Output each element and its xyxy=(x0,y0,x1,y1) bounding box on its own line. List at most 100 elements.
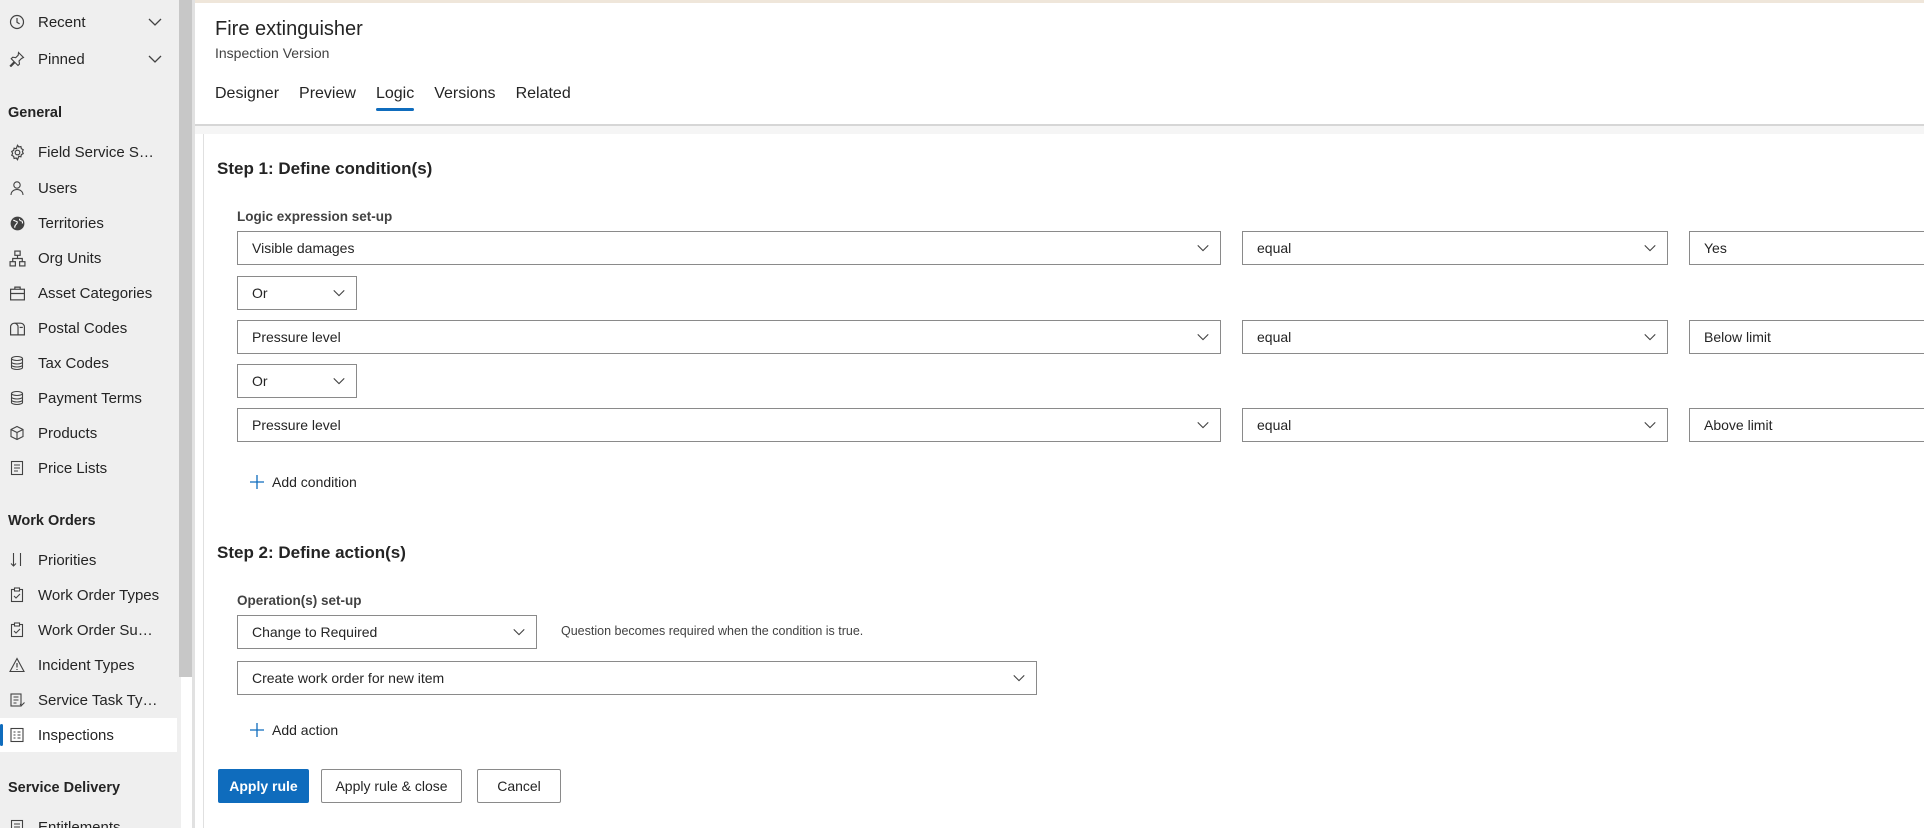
select-value: Pressure level xyxy=(252,417,341,433)
condition-3-question-select[interactable]: Pressure level xyxy=(237,408,1221,442)
sidebar-item-price-lists[interactable]: Price Lists xyxy=(0,451,177,485)
chevron-down-icon xyxy=(1197,333,1209,341)
sidebar-item-users[interactable]: Users xyxy=(0,171,177,205)
chevron-down-icon xyxy=(1197,421,1209,429)
sidebar-item-org-units[interactable]: Org Units xyxy=(0,241,177,275)
tab-designer[interactable]: Designer xyxy=(215,85,279,111)
database-icon xyxy=(8,354,26,372)
sidebar-item-priorities[interactable]: Priorities xyxy=(0,543,177,577)
operation-helper-text: Question becomes required when the condi… xyxy=(561,624,864,638)
chevron-down-icon xyxy=(333,289,345,297)
clock-icon xyxy=(8,13,26,31)
sidebar-item-payment-terms[interactable]: Payment Terms xyxy=(0,381,177,415)
select-value: Above limit xyxy=(1704,417,1773,433)
sidebar-item-label: Users xyxy=(38,179,78,197)
sidebar-item-label: Products xyxy=(38,424,98,442)
sidebar-item-label: Recent xyxy=(38,13,86,31)
sidebar-item-work-order-types[interactable]: Work Order Types xyxy=(0,578,177,612)
sidebar-item-label: Territories xyxy=(38,214,104,232)
condition-2-value-select[interactable]: Below limit xyxy=(1689,320,1924,354)
sidebar-item-work-order-substatuses[interactable]: Work Order Subst... xyxy=(0,613,177,647)
condition-3-operator-select[interactable]: equal xyxy=(1242,408,1668,442)
sidebar-scrollbar[interactable] xyxy=(179,0,192,677)
sidebar-item-label: Pinned xyxy=(38,50,85,68)
add-action-button[interactable]: Add action xyxy=(249,722,338,738)
sidebar-item-label: Incident Types xyxy=(38,656,135,674)
inspection-icon xyxy=(8,726,26,744)
sidebar-item-label: Tax Codes xyxy=(38,354,109,372)
gear-icon xyxy=(8,143,26,161)
sidebar-item-label: Postal Codes xyxy=(38,319,128,337)
sidebar-item-entitlements[interactable]: Entitlements xyxy=(0,810,177,828)
clipboard-icon xyxy=(8,586,26,604)
connector-2-select[interactable]: Or xyxy=(237,364,357,398)
sidebar-item-asset-categories[interactable]: Asset Categories xyxy=(0,276,177,310)
condition-1-operator-select[interactable]: equal xyxy=(1242,231,1668,265)
sidebar-item-inspections[interactable]: Inspections xyxy=(0,718,177,752)
condition-2-operator-select[interactable]: equal xyxy=(1242,320,1668,354)
chevron-down-icon xyxy=(513,628,525,636)
select-value: Or xyxy=(252,285,268,301)
sidebar-item-label: Priorities xyxy=(38,551,97,569)
sidebar-item-label: Work Order Types xyxy=(38,586,160,604)
tab-logic[interactable]: Logic xyxy=(375,85,415,111)
chevron-down-icon xyxy=(333,377,345,385)
select-value: Yes xyxy=(1704,240,1727,256)
select-value: Visible damages xyxy=(252,240,355,256)
database-icon xyxy=(8,389,26,407)
sidebar-item-postal-codes[interactable]: Postal Codes xyxy=(0,311,177,345)
condition-1-value-select[interactable]: Yes xyxy=(1689,231,1924,265)
logic-expression-label: Logic expression set-up xyxy=(237,209,393,224)
select-value: Or xyxy=(252,373,268,389)
sidebar-item-products[interactable]: Products xyxy=(0,416,177,450)
operation-select[interactable]: Change to Required xyxy=(237,615,537,649)
form-header: Fire extinguisher Inspection Version Des… xyxy=(195,0,1924,126)
sidebar-item-incident-types[interactable]: Incident Types xyxy=(0,648,177,682)
add-action-label: Add action xyxy=(272,722,339,738)
sidebar-item-tax-codes[interactable]: Tax Codes xyxy=(0,346,177,380)
sidebar-item-label: Entitlements xyxy=(38,818,121,828)
sidebar-section-service-delivery: Service Delivery xyxy=(8,780,121,796)
tab-versions[interactable]: Versions xyxy=(434,85,495,111)
condition-3-value-select[interactable]: Above limit xyxy=(1689,408,1924,442)
condition-2-question-select[interactable]: Pressure level xyxy=(237,320,1221,354)
chevron-down-icon[interactable] xyxy=(147,51,163,67)
operations-label: Operation(s) set-up xyxy=(237,593,362,608)
sidebar-section-general: General xyxy=(8,105,62,121)
clipboard-icon xyxy=(8,621,26,639)
box-icon xyxy=(8,424,26,442)
sidebar-item-recent[interactable]: Recent xyxy=(0,5,177,39)
sidebar-item-label: Price Lists xyxy=(38,459,108,477)
condition-1-question-select[interactable]: Visible damages xyxy=(237,231,1221,265)
tab-related[interactable]: Related xyxy=(516,85,571,111)
sidebar-item-territories[interactable]: Territories xyxy=(0,206,177,240)
chevron-down-icon[interactable] xyxy=(147,14,163,30)
sidebar-item-pinned[interactable]: Pinned xyxy=(0,42,177,76)
tab-bar: Designer Preview Logic Versions Related xyxy=(215,85,591,111)
sidebar-item-field-service-settings[interactable]: Field Service Setti... xyxy=(0,135,177,169)
page-title: Fire extinguisher xyxy=(215,18,363,40)
apply-rule-close-button[interactable]: Apply rule & close xyxy=(321,769,462,803)
task-list-icon xyxy=(8,691,26,709)
plus-icon xyxy=(250,475,264,489)
connector-1-select[interactable]: Or xyxy=(237,276,357,310)
page-subtitle: Inspection Version xyxy=(215,45,330,61)
person-icon xyxy=(8,179,26,197)
select-value: equal xyxy=(1257,329,1292,345)
select-value: equal xyxy=(1257,417,1292,433)
action-select[interactable]: Create work order for new item xyxy=(237,661,1037,695)
pin-icon xyxy=(8,50,26,68)
cancel-button[interactable]: Cancel xyxy=(477,769,561,803)
sidebar-item-service-task-types[interactable]: Service Task Types xyxy=(0,683,177,717)
logic-panel: Step 1: Define condition(s) Logic expres… xyxy=(203,134,1924,828)
chevron-down-icon xyxy=(1644,244,1656,252)
apply-rule-button[interactable]: Apply rule xyxy=(218,769,309,803)
step2-title: Step 2: Define action(s) xyxy=(217,543,406,562)
add-condition-button[interactable]: Add condition xyxy=(249,474,357,490)
select-value: equal xyxy=(1257,240,1292,256)
sidebar-item-label: Field Service Setti... xyxy=(38,143,160,161)
sidebar-item-label: Asset Categories xyxy=(38,284,153,302)
tab-preview[interactable]: Preview xyxy=(299,85,356,111)
select-value: Create work order for new item xyxy=(252,670,445,686)
sidebar-item-label: Org Units xyxy=(38,249,102,267)
